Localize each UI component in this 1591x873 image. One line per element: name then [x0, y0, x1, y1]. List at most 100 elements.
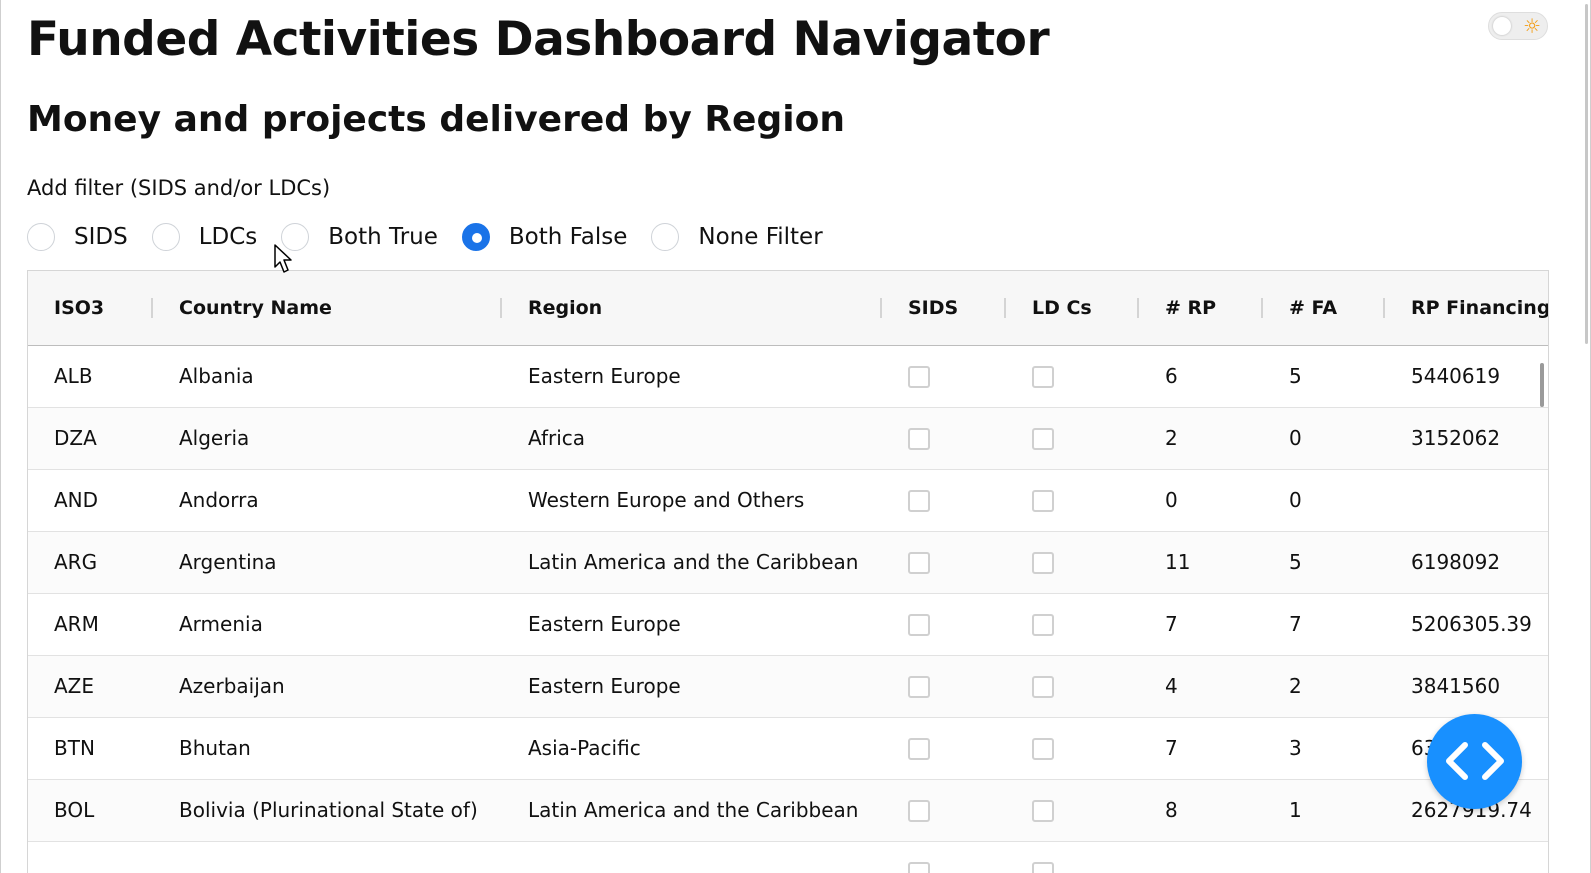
radio-button[interactable] — [651, 223, 680, 251]
table-row[interactable]: ARM Armenia Eastern Europe 7 7 5206305.39 — [28, 593, 1548, 656]
radio-label: Both False — [508, 224, 628, 250]
cell-country-name: Armenia — [153, 593, 502, 656]
cell-fa-count: 0 — [1263, 407, 1385, 470]
ldcs-checkbox[interactable] — [1032, 676, 1054, 699]
radio-option-none-filter[interactable]: None Filter — [651, 223, 823, 251]
ldcs-cell — [1006, 841, 1139, 873]
column-header-country-name[interactable]: Country Name — [153, 271, 502, 346]
radio-option-sids[interactable]: SIDS — [27, 223, 128, 251]
sids-cell — [882, 345, 1006, 408]
column-header-ld-cs[interactable]: LD Cs — [1006, 271, 1139, 346]
cell-iso3: ALB — [28, 345, 153, 408]
data-table[interactable]: ISO3 Country Name Region SIDS LD Cs # RP # FA R… — [27, 270, 1549, 873]
cell-region: Eastern Europe — [502, 593, 882, 656]
radio-option-both-false[interactable]: Both False — [461, 223, 628, 251]
cell-rp-financing — [1385, 841, 1548, 873]
cell-rp-financing: 6198092 — [1385, 531, 1548, 594]
cell-iso3: DZA — [28, 407, 153, 470]
cell-iso3: ARG — [28, 531, 153, 594]
table-row[interactable]: AND Andorra Western Europe and Others 0 0 — [28, 469, 1548, 532]
table-row[interactable]: ALB Albania Eastern Europe 6 5 5440619 — [28, 345, 1548, 408]
ldcs-checkbox[interactable] — [1032, 800, 1054, 823]
column-header-fa[interactable]: # FA — [1263, 271, 1385, 346]
sids-cell — [882, 469, 1006, 532]
sids-checkbox[interactable] — [908, 366, 930, 389]
column-header-rp-financing[interactable]: RP Financing $ — [1385, 271, 1548, 346]
ldcs-checkbox[interactable] — [1032, 738, 1054, 761]
cell-rp-count: 6 — [1139, 345, 1263, 408]
cell-region: Eastern Europe — [502, 655, 882, 718]
sids-cell — [882, 779, 1006, 842]
cell-fa-count: 2 — [1263, 655, 1385, 718]
table-row[interactable]: AZE Azerbaijan Eastern Europe 4 2 3841560 — [28, 655, 1548, 718]
cell-fa-count: 0 — [1263, 469, 1385, 532]
cell-rp-count: 4 — [1139, 655, 1263, 718]
cell-rp-count: 7 — [1139, 593, 1263, 656]
cell-iso3: ARM — [28, 593, 153, 656]
cell-rp-financing: 3841560 — [1385, 655, 1548, 718]
cell-fa-count — [1263, 841, 1385, 873]
radio-button[interactable] — [151, 223, 180, 251]
sids-checkbox[interactable] — [908, 614, 930, 637]
cell-iso3: AZE — [28, 655, 153, 718]
page: Funded Activities Dashboard Navigator ☼ … — [0, 0, 1591, 873]
sids-checkbox[interactable] — [908, 428, 930, 451]
radio-label: Both True — [328, 224, 438, 250]
ldcs-cell — [1006, 531, 1139, 594]
theme-toggle[interactable]: ☼ — [1488, 12, 1548, 40]
radio-option-ldcs[interactable]: LDCs — [151, 223, 257, 251]
code-button[interactable] — [1427, 714, 1522, 809]
sids-checkbox[interactable] — [908, 676, 930, 699]
cell-region: Africa — [502, 407, 882, 470]
table-row[interactable]: BOL Bolivia (Plurinational State of) Latin… — [28, 779, 1548, 842]
window-scrollbar[interactable] — [1585, 4, 1588, 344]
ldcs-cell — [1006, 469, 1139, 532]
sids-checkbox[interactable] — [908, 800, 930, 823]
ldcs-cell — [1006, 655, 1139, 718]
sids-checkbox[interactable] — [908, 738, 930, 761]
table-row[interactable] — [28, 841, 1548, 873]
cell-iso3: AND — [28, 469, 153, 532]
cell-rp-count: 11 — [1139, 531, 1263, 594]
sids-cell — [882, 655, 1006, 718]
sids-cell — [882, 717, 1006, 780]
cell-region: Western Europe and Others — [502, 469, 882, 532]
radio-button[interactable] — [281, 223, 310, 251]
cell-country-name — [153, 841, 502, 873]
cell-iso3: BTN — [28, 717, 153, 780]
cell-fa-count: 7 — [1263, 593, 1385, 656]
ldcs-checkbox[interactable] — [1032, 552, 1054, 575]
ldcs-checkbox[interactable] — [1032, 862, 1054, 873]
sids-checkbox[interactable] — [908, 490, 930, 513]
sids-cell — [882, 407, 1006, 470]
cell-rp-count: 7 — [1139, 717, 1263, 780]
column-header-iso3[interactable]: ISO3 — [28, 271, 153, 346]
radio-label: None Filter — [698, 224, 823, 250]
ldcs-checkbox[interactable] — [1032, 614, 1054, 637]
table-row[interactable]: DZA Algeria Africa 2 0 3152062 — [28, 407, 1548, 470]
table-row[interactable]: BTN Bhutan Asia-Pacific 7 3 63 — [28, 717, 1548, 780]
ldcs-cell — [1006, 779, 1139, 842]
table-scrollbar[interactable] — [1540, 363, 1544, 407]
ldcs-checkbox[interactable] — [1032, 366, 1054, 389]
section-title: Money and projects delivered by Region — [27, 99, 845, 140]
cell-iso3 — [28, 841, 153, 873]
table-header-row: ISO3 Country Name Region SIDS LD Cs # RP # FA R… — [28, 271, 1548, 346]
radio-button[interactable] — [461, 223, 490, 251]
cell-rp-financing: 5440619 — [1385, 345, 1548, 408]
sids-checkbox[interactable] — [908, 552, 930, 575]
ldcs-checkbox[interactable] — [1032, 428, 1054, 451]
table-row[interactable]: ARG Argentina Latin America and the Caribb… — [28, 531, 1548, 594]
column-header-sids[interactable]: SIDS — [882, 271, 1006, 346]
sids-checkbox[interactable] — [908, 862, 930, 873]
radio-option-both-true[interactable]: Both True — [281, 223, 438, 251]
radio-label: SIDS — [74, 224, 128, 250]
cell-country-name: Albania — [153, 345, 502, 408]
column-header-rp[interactable]: # RP — [1139, 271, 1263, 346]
cell-fa-count: 1 — [1263, 779, 1385, 842]
cell-country-name: Argentina — [153, 531, 502, 594]
ldcs-cell — [1006, 593, 1139, 656]
radio-button[interactable] — [27, 223, 55, 251]
ldcs-checkbox[interactable] — [1032, 490, 1054, 513]
column-header-region[interactable]: Region — [502, 271, 882, 346]
